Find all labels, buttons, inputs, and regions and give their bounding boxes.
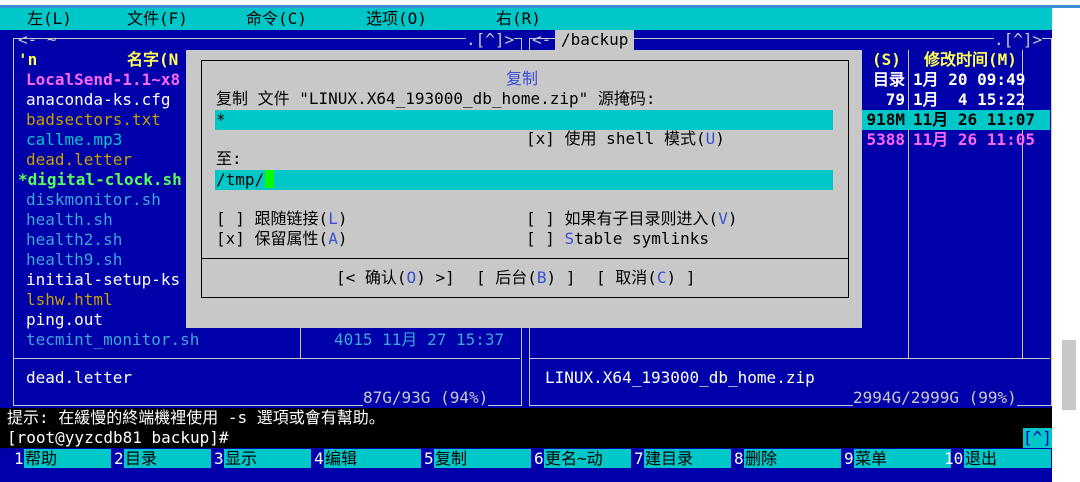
- left-col-name-header[interactable]: 名字(N: [127, 50, 178, 70]
- fkey-label: 编辑: [324, 449, 421, 468]
- left-panel-header-buttons[interactable]: .[^]>: [466, 30, 515, 50]
- follow-links-checkbox[interactable]: [ ] 跟随链接(L): [216, 209, 347, 229]
- text-cursor: [265, 170, 274, 188]
- menu-left[interactable]: 左(L): [27, 9, 72, 29]
- fkey-number: 8: [734, 449, 744, 468]
- file-row[interactable]: *digital-clock.sh: [18, 170, 182, 190]
- right-panel-header-arrow: <-: [532, 30, 552, 49]
- stable-symlinks-checkbox[interactable]: [ ] Stable symlinks: [526, 229, 709, 249]
- fkey-10[interactable]: 10 退出: [944, 449, 1051, 468]
- fkey-3[interactable]: 3 显示: [214, 449, 311, 468]
- left-disk-usage: 87G/93G (94%): [363, 388, 489, 408]
- right-panel-header-buttons[interactable]: .[^]>: [994, 30, 1043, 50]
- fkey-label: 更名~动: [544, 449, 631, 468]
- fkey-label: 删除: [744, 449, 841, 468]
- right-disk-usage: 2994G/2999G (99%): [853, 388, 1017, 408]
- destination-input[interactable]: /tmp/: [215, 170, 833, 190]
- fkey-label: 菜单: [854, 449, 951, 468]
- fkey-number: 3: [214, 449, 224, 468]
- right-panel-divider: [530, 358, 1050, 359]
- file-row[interactable]: anaconda-ks.cfg: [26, 90, 171, 110]
- fkey-9[interactable]: 9 菜单: [844, 449, 951, 468]
- fkey-number: 7: [634, 449, 644, 468]
- shell-prompt[interactable]: [root@yyzcdb81 backup]#: [7, 428, 229, 448]
- menu-options[interactable]: 选项(O): [366, 9, 427, 29]
- copy-dialog-title: 复制: [498, 69, 547, 89]
- fkey-4[interactable]: 4 编辑: [314, 449, 421, 468]
- shell-mode-checkbox[interactable]: [x] 使用 shell 模式(U): [526, 129, 725, 149]
- fkey-1[interactable]: 1 帮助: [14, 449, 111, 468]
- fkey-label: 显示: [224, 449, 311, 468]
- background-button[interactable]: [ 后台(B) ]: [476, 268, 575, 288]
- preserve-attributes-checkbox[interactable]: [x] 保留属性(A): [216, 229, 347, 249]
- fkey-label: 帮助: [24, 449, 111, 468]
- file-mtime: 11月 26 11:05: [913, 130, 1035, 149]
- file-row[interactable]: LocalSend-1.1~x8: [26, 70, 180, 90]
- file-row[interactable]: tecmint_monitor.sh: [26, 330, 199, 350]
- fkey-number: 4: [314, 449, 324, 468]
- left-mini-status: dead.letter: [26, 368, 132, 387]
- file-size: 79: [885, 90, 905, 109]
- file-size: 918M: [866, 110, 905, 129]
- source-mask-input[interactable]: *: [215, 110, 833, 130]
- bottom-strip: [0, 470, 1052, 482]
- cancel-button[interactable]: [ 取消(C) ]: [596, 268, 695, 288]
- right-column-divider-1: [908, 50, 909, 358]
- left-last-row-info: 4015 11月 27 15:37: [334, 330, 505, 349]
- fkey-number: 10: [944, 449, 964, 468]
- file-row[interactable]: badsectors.txt: [26, 110, 161, 130]
- menu-file[interactable]: 文件(F): [127, 9, 188, 29]
- menu-bar: 左(L) 文件(F) 命令(C) 选项(O) 右(R): [0, 8, 1052, 30]
- ok-button[interactable]: [< 确认(O) >]: [336, 268, 455, 288]
- file-mtime: 1月 4 15:22: [913, 90, 1026, 109]
- left-panel-divider: [14, 358, 520, 359]
- right-col-size-header[interactable]: (S): [872, 50, 901, 70]
- fkey-label: 建目录: [644, 449, 731, 468]
- scrollbar-thumb[interactable]: [1062, 340, 1076, 410]
- fkey-number: 5: [424, 449, 434, 468]
- source-mask-value: *: [216, 110, 226, 129]
- menu-right[interactable]: 右(R): [496, 9, 541, 29]
- menu-command[interactable]: 命令(C): [246, 9, 307, 29]
- fkey-7[interactable]: 7 建目录: [634, 449, 731, 468]
- left-col-n-header: 'n: [18, 50, 38, 69]
- file-row[interactable]: health.sh: [26, 210, 113, 230]
- fkey-label: 目录: [124, 449, 211, 468]
- file-mtime: 1月 20 09:49: [913, 70, 1026, 89]
- file-size: 5388: [866, 130, 905, 149]
- file-row[interactable]: health9.sh: [26, 250, 122, 270]
- file-size: 目录: [872, 70, 905, 89]
- to-label: 至:: [216, 149, 242, 168]
- copy-dialog-separator: [201, 258, 849, 259]
- file-row[interactable]: health2.sh: [26, 230, 122, 250]
- fkey-number: 6: [534, 449, 544, 468]
- file-mtime: 11月 26 11:07: [913, 110, 1035, 129]
- scrollbar-track[interactable]: [1052, 8, 1080, 482]
- fkey-5[interactable]: 5 复制: [424, 449, 531, 468]
- source-mask-label: 复制 文件 "LINUX.X64_193000_db_home.zip" 源掩码…: [216, 89, 656, 108]
- file-row[interactable]: initial-setup-ks: [26, 270, 180, 290]
- left-panel-header-dir: <- ~: [18, 30, 57, 49]
- fkey-number: 2: [114, 449, 124, 468]
- fkey-label: 退出: [964, 449, 1051, 468]
- fkey-6[interactable]: 6 更名~动: [534, 449, 631, 468]
- file-row[interactable]: dead.letter: [26, 150, 132, 170]
- file-row[interactable]: callme.mp3: [26, 130, 122, 150]
- fkey-label: 复制: [434, 449, 531, 468]
- file-row[interactable]: ping.out: [26, 310, 103, 330]
- hint-text: 提示: 在緩慢的終端機裡使用 -s 選項或會有幫助。: [7, 408, 385, 427]
- fkey-8[interactable]: 8 删除: [734, 449, 841, 468]
- command-history-button[interactable]: [^]: [1023, 428, 1052, 448]
- destination-value: /tmp/: [216, 170, 265, 189]
- right-panel-header-dir: /backup: [555, 30, 635, 50]
- file-row[interactable]: lshw.html: [26, 290, 113, 310]
- fkey-number: 1: [14, 449, 24, 468]
- right-mini-status: LINUX.X64_193000_db_home.zip: [545, 368, 815, 387]
- dive-into-subdir-checkbox[interactable]: [ ] 如果有子目录则进入(V): [526, 209, 737, 229]
- right-col-mtime-header[interactable]: 修改时间(M): [924, 50, 1017, 70]
- fkey-number: 9: [844, 449, 854, 468]
- fkey-2[interactable]: 2 目录: [114, 449, 211, 468]
- file-row[interactable]: diskmonitor.sh: [26, 190, 161, 210]
